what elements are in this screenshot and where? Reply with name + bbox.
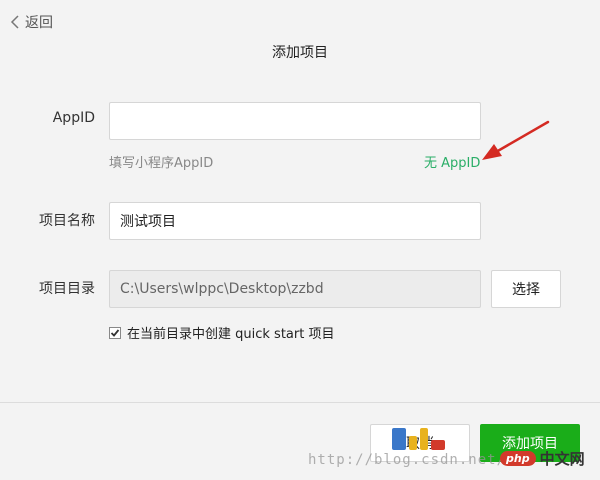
quick-start-checkbox[interactable] [109, 326, 121, 339]
appid-label: AppID [52, 110, 95, 126]
project-dir-label: 项目目录 [39, 281, 95, 297]
appid-hint: 填写小程序AppID [109, 156, 214, 171]
appid-field[interactable] [109, 102, 481, 140]
watermark-logo [392, 428, 445, 450]
watermark-php: php [500, 451, 536, 466]
annotation-arrow-icon [482, 120, 550, 160]
project-dir-value: C:\Users\wlppc\Desktop\zzbd [120, 281, 324, 297]
choose-directory-button[interactable]: 选择 [491, 270, 561, 308]
watermark-url: http://blog.csdn.net/ [308, 452, 507, 468]
back-button[interactable]: 返回 [10, 12, 53, 32]
appid-input[interactable] [120, 113, 470, 129]
project-name-input[interactable] [120, 213, 470, 229]
page-title: 添加项目 [272, 45, 328, 61]
project-dir-field: C:\Users\wlppc\Desktop\zzbd [109, 270, 481, 308]
chevron-left-icon [10, 15, 19, 29]
footer-divider [0, 402, 600, 403]
quick-start-row[interactable]: 在当前目录中创建 quick start 项目 [109, 323, 334, 342]
project-name-field[interactable] [109, 202, 481, 240]
watermark-cn: 中文网 [539, 450, 585, 468]
quick-start-label: 在当前目录中创建 quick start 项目 [127, 327, 335, 342]
checkmark-icon [110, 328, 120, 337]
watermark-badge: php 中文网 [500, 448, 585, 469]
no-appid-link[interactable]: 无 AppID [424, 152, 480, 171]
back-label: 返回 [25, 15, 53, 31]
project-name-label: 项目名称 [39, 213, 95, 229]
